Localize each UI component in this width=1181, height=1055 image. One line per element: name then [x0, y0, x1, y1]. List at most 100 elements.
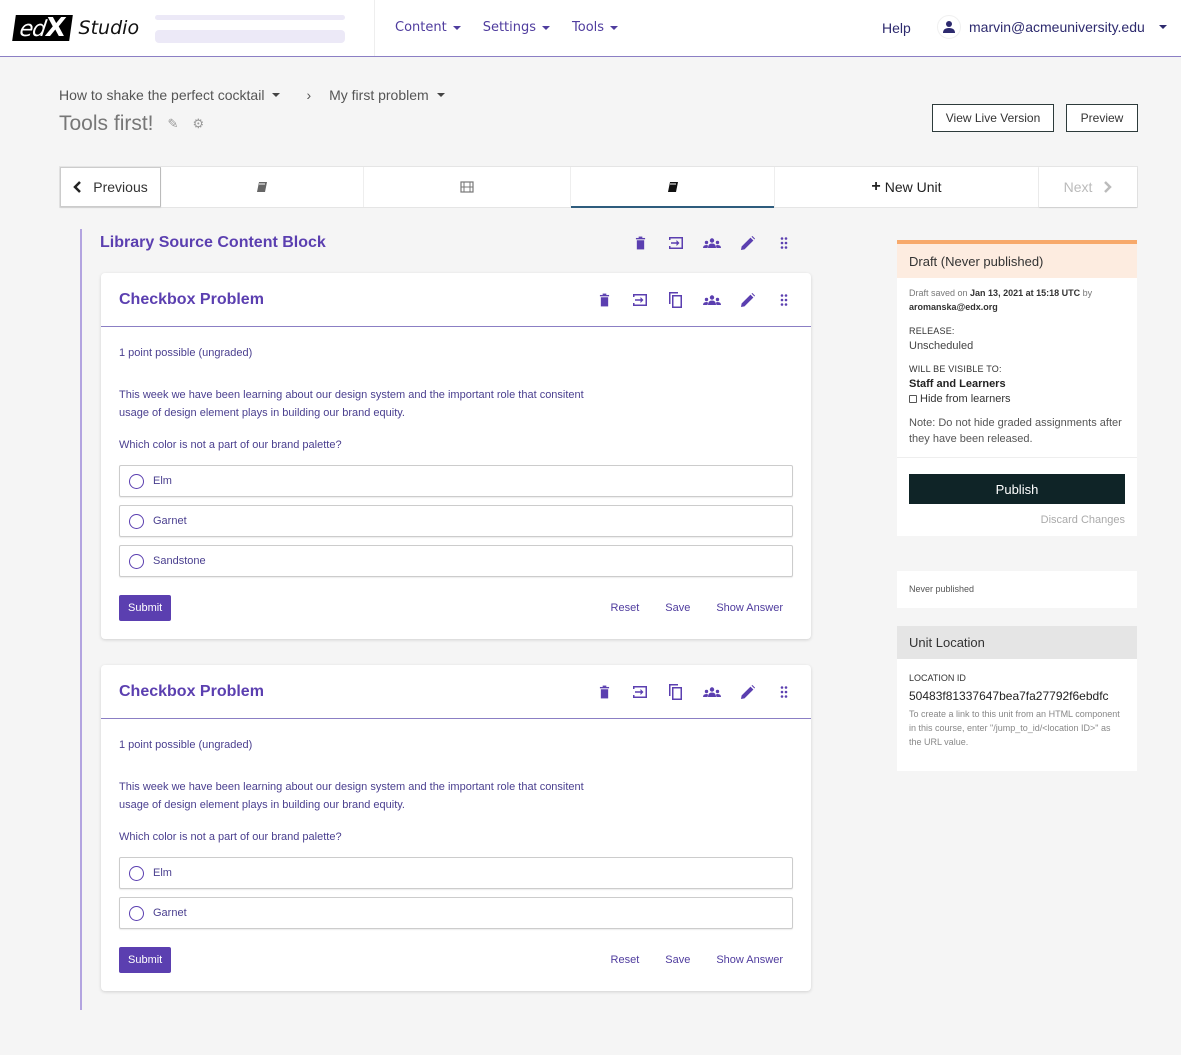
drag-handle-icon[interactable]: [766, 290, 802, 310]
view-live-button[interactable]: View Live Version: [932, 104, 1054, 132]
film-icon: [460, 181, 474, 193]
breadcrumb-subsection[interactable]: My first problem: [329, 87, 445, 103]
drag-handle-icon[interactable]: [766, 233, 802, 253]
top-header: edX Studio Content Settings Tools Help m…: [0, 0, 1181, 57]
location-title: Unit Location: [897, 626, 1137, 659]
move-icon[interactable]: [622, 682, 658, 702]
problem-text: This week we have been learning about ou…: [119, 781, 584, 811]
location-id-label: LOCATION ID: [909, 673, 966, 683]
visible-value: Staff and Learners: [909, 378, 1006, 390]
save-button[interactable]: Save: [665, 954, 690, 966]
radio-button[interactable]: [129, 865, 144, 881]
drag-handle-icon[interactable]: [766, 682, 802, 702]
radio-button[interactable]: [129, 513, 144, 529]
location-help: To create a link to this unit from an HT…: [909, 709, 1120, 747]
next-button[interactable]: Next: [1039, 167, 1137, 207]
caret-down-icon: [452, 25, 461, 30]
trash-icon[interactable]: [586, 682, 622, 702]
problem-body: 1 point possible (ungraded) This week we…: [101, 327, 811, 639]
radio-button[interactable]: [129, 473, 144, 489]
reset-button[interactable]: Reset: [611, 954, 640, 966]
problem-actions-row: Submit Reset Save Show Answer: [119, 947, 793, 973]
unit-location-panel: Unit Location LOCATION ID 50483f81337647…: [897, 626, 1137, 771]
discard-changes-button[interactable]: Discard Changes: [909, 514, 1125, 526]
move-icon[interactable]: [622, 290, 658, 310]
save-button[interactable]: Save: [665, 602, 690, 614]
library-block-actions: [622, 233, 802, 253]
checkbox[interactable]: [909, 395, 917, 403]
nav-settings[interactable]: Settings: [483, 20, 551, 35]
show-answer-button[interactable]: Show Answer: [716, 954, 783, 966]
problem-header: Checkbox Problem: [101, 273, 811, 327]
reset-button[interactable]: Reset: [611, 602, 640, 614]
nav-tools[interactable]: Tools: [572, 20, 619, 35]
submit-button[interactable]: Submit: [119, 595, 172, 621]
unit-tab-3[interactable]: [571, 167, 775, 208]
status-title: Draft (Never published): [897, 240, 1137, 278]
next-label: Next: [1063, 179, 1093, 195]
problem-links: Reset Save Show Answer: [611, 602, 793, 614]
breadcrumb-section[interactable]: How to shake the perfect cocktail: [59, 87, 281, 103]
answer-option[interactable]: Sandstone: [119, 545, 793, 577]
unit-title-row: Tools first! ✎ ⚙: [59, 112, 204, 136]
unit-navigation: Previous + New Unit Next: [59, 166, 1138, 208]
copy-icon[interactable]: [658, 682, 694, 702]
problem-card: Checkbox Problem 1 point possible (ungra…: [101, 665, 811, 991]
publish-button[interactable]: Publish: [909, 474, 1125, 504]
edx-logo: edX: [12, 13, 73, 43]
new-unit-button[interactable]: + New Unit: [775, 167, 1039, 207]
answer-option[interactable]: Garnet: [119, 897, 793, 929]
breadcrumb-subsection-label: My first problem: [329, 87, 429, 103]
option-label: Garnet: [153, 515, 187, 527]
radio-button[interactable]: [129, 553, 144, 569]
groups-icon[interactable]: [694, 290, 730, 310]
book-icon: [257, 182, 267, 192]
previous-button[interactable]: Previous: [60, 167, 161, 207]
problem-title: Checkbox Problem: [119, 291, 264, 308]
move-icon[interactable]: [658, 233, 694, 253]
answer-option[interactable]: Garnet: [119, 505, 793, 537]
caret-down-icon: [436, 93, 445, 97]
nav-content[interactable]: Content: [395, 20, 461, 35]
trash-icon[interactable]: [586, 290, 622, 310]
library-block-title: Library Source Content Block: [100, 234, 326, 251]
saved-date: Jan 13, 2021 at 15:18 UTC: [970, 288, 1081, 298]
submit-button[interactable]: Submit: [119, 947, 172, 973]
breadcrumb: How to shake the perfect cocktail › My f…: [59, 87, 445, 103]
show-answer-button[interactable]: Show Answer: [716, 602, 783, 614]
groups-icon[interactable]: [694, 682, 730, 702]
copy-icon[interactable]: [658, 290, 694, 310]
user-menu[interactable]: marvin@acmeuniversity.edu: [937, 15, 1167, 39]
problem-card: Checkbox Problem 1 point possible (ungra…: [101, 273, 811, 639]
problem-actions-row: Submit Reset Save Show Answer: [119, 595, 793, 621]
preview-button[interactable]: Preview: [1066, 104, 1138, 132]
edit-icon[interactable]: [730, 233, 766, 253]
hide-from-learners-checkbox[interactable]: Hide from learners: [909, 393, 1125, 405]
main-nav: Content Settings Tools: [395, 20, 619, 35]
problem-question: Which color is not a part of our brand p…: [119, 831, 342, 843]
unit-tab-2[interactable]: [364, 167, 571, 207]
previous-label: Previous: [93, 179, 148, 195]
location-body: LOCATION ID 50483f81337647bea7fa27792f6e…: [897, 659, 1137, 763]
problem-actions: [586, 682, 802, 702]
trash-icon[interactable]: [622, 233, 658, 253]
groups-icon[interactable]: [694, 233, 730, 253]
answer-option[interactable]: Elm: [119, 465, 793, 497]
help-link[interactable]: Help: [882, 20, 911, 36]
caret-down-icon: [1158, 25, 1167, 29]
radio-button[interactable]: [129, 905, 144, 921]
unit-tab-1[interactable]: [161, 167, 364, 207]
publish-status-panel: Draft (Never published) Draft saved on J…: [897, 240, 1137, 536]
hide-label: Hide from learners: [920, 393, 1011, 405]
problem-header: Checkbox Problem: [101, 665, 811, 719]
gear-icon[interactable]: ⚙: [192, 116, 204, 132]
pencil-icon[interactable]: ✎: [168, 116, 179, 132]
release-value: Unscheduled: [909, 340, 974, 352]
edit-icon[interactable]: [730, 682, 766, 702]
location-id-value: 50483f81337647bea7fa27792f6ebdfc: [909, 689, 1109, 703]
edit-icon[interactable]: [730, 290, 766, 310]
edx-studio-logo[interactable]: edX Studio: [12, 13, 139, 43]
answer-option[interactable]: Elm: [119, 857, 793, 889]
option-label: Garnet: [153, 907, 187, 919]
library-block-border: [80, 229, 82, 1010]
